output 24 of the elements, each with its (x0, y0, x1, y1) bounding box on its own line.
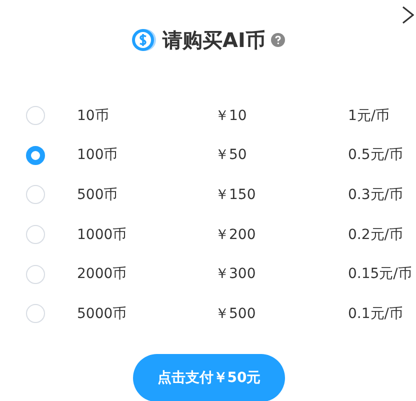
unit-rate: 0.1元/币 (348, 304, 403, 323)
coin-icon (130, 27, 157, 53)
unit-rate: 0.2元/币 (348, 226, 403, 244)
price: ￥300 (215, 265, 257, 284)
price: ￥50 (215, 146, 248, 164)
coin-amount: 1000币 (77, 226, 128, 244)
unit-rate: 0.15元/币 (348, 265, 412, 284)
price: ￥10 (215, 106, 248, 125)
coin-amount: 10币 (77, 106, 110, 125)
price: ￥200 (215, 226, 257, 244)
price: ￥150 (215, 186, 257, 204)
coin-amount: 500币 (77, 186, 119, 204)
coin-amount: 100币 (77, 146, 119, 164)
pay-button[interactable]: 点击支付￥50元 (133, 354, 285, 401)
unit-rate: 0.3元/币 (348, 186, 403, 204)
price: ￥500 (215, 304, 257, 323)
radio-button[interactable] (26, 146, 45, 165)
unit-rate: 0.5元/币 (348, 146, 403, 164)
help-icon[interactable] (271, 33, 286, 47)
coin-amount: 2000币 (77, 265, 128, 284)
dialog-title: 请购买AI币 (162, 26, 266, 54)
close-icon[interactable] (402, 6, 414, 24)
coin-amount: 5000币 (77, 304, 128, 323)
unit-rate: 1元/币 (348, 106, 390, 125)
